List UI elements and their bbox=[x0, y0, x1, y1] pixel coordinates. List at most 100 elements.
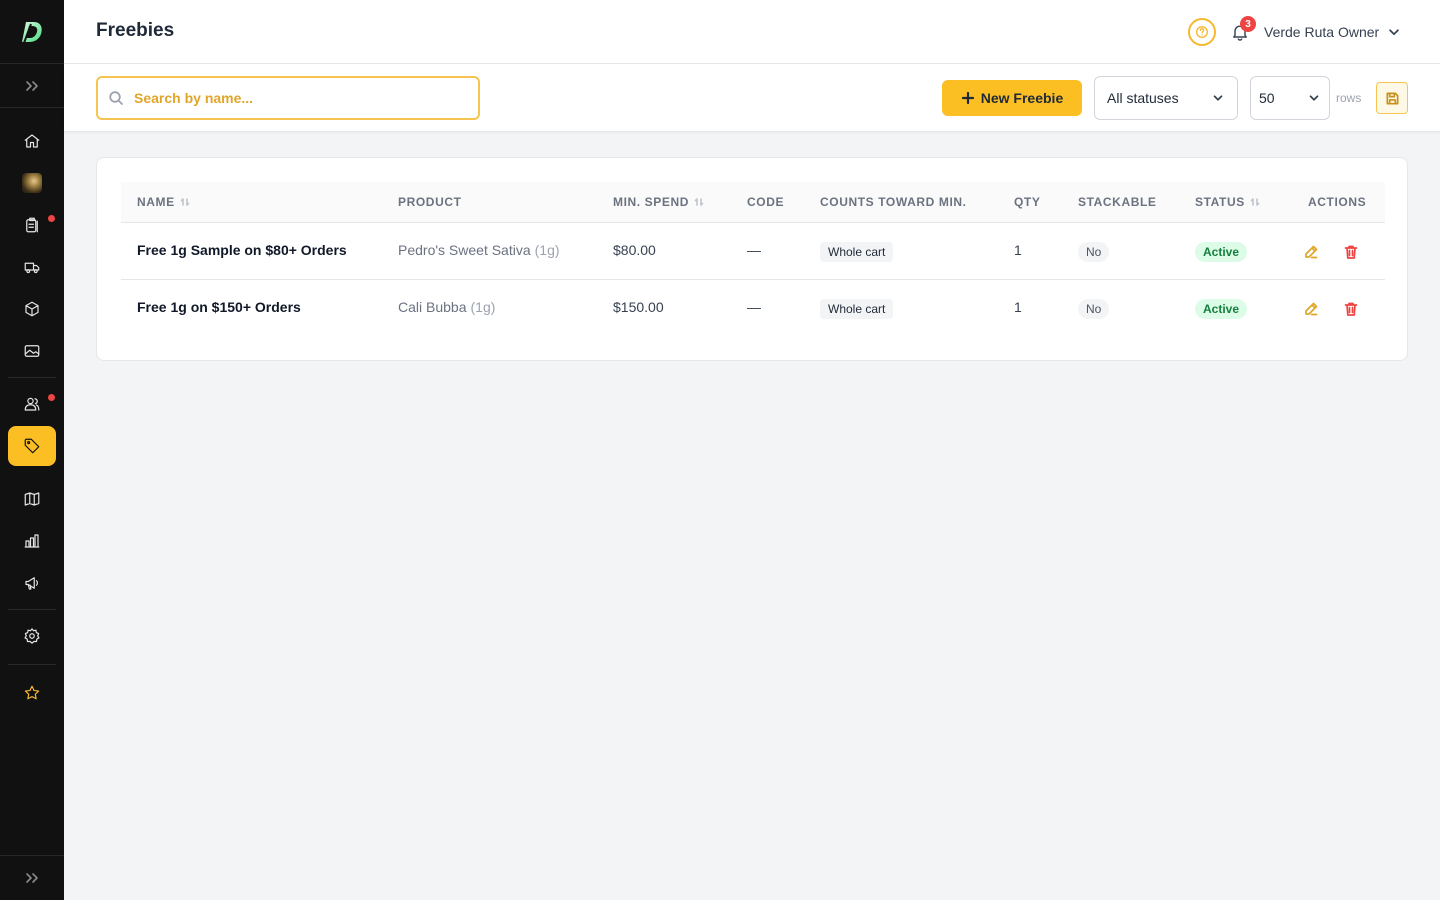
product-cell: Cali Bubba (1g) bbox=[398, 299, 495, 315]
freebies-card: NAME PRODUCT MIN. SPEND CODE COUNTS TOWA… bbox=[96, 157, 1408, 361]
logo-icon bbox=[22, 21, 42, 43]
search-icon bbox=[109, 91, 123, 105]
toolbar: New Freebie All statuses 50 rows bbox=[64, 64, 1440, 132]
edit-icon bbox=[1305, 302, 1318, 316]
sort-icon bbox=[180, 198, 190, 206]
star-icon bbox=[24, 685, 40, 700]
sort-icon bbox=[1250, 198, 1260, 206]
chevron-down-icon bbox=[1309, 95, 1319, 101]
new-freebie-label: New Freebie bbox=[980, 90, 1064, 106]
sidebar-item-customers[interactable] bbox=[8, 384, 56, 424]
search-box bbox=[96, 76, 480, 120]
sidebar-item-marketing[interactable] bbox=[8, 563, 56, 603]
freebie-name[interactable]: Free 1g Sample on $80+ Orders bbox=[137, 242, 347, 258]
sidebar-item-store[interactable] bbox=[8, 163, 56, 203]
clipboard-icon bbox=[26, 217, 38, 233]
sidebar-item-promotions[interactable] bbox=[8, 426, 56, 466]
notification-count-badge: 3 bbox=[1240, 16, 1256, 32]
sidebar-item-products[interactable] bbox=[8, 289, 56, 329]
counts-toward-badge: Whole cart bbox=[820, 242, 894, 262]
column-header-product: PRODUCT bbox=[398, 195, 462, 209]
status-badge: Active bbox=[1195, 242, 1248, 262]
quantity: 1 bbox=[1014, 299, 1022, 315]
sidebar-item-favorites[interactable] bbox=[8, 673, 56, 713]
freebies-table: NAME PRODUCT MIN. SPEND CODE COUNTS TOWA… bbox=[121, 182, 1385, 337]
notification-dot bbox=[48, 394, 55, 401]
notifications-button[interactable]: 3 bbox=[1228, 16, 1256, 44]
tag-icon bbox=[24, 438, 40, 454]
search-input[interactable] bbox=[134, 90, 454, 106]
product-name: Pedro's Sweet Sativa bbox=[398, 242, 531, 258]
product-name: Cali Bubba bbox=[398, 299, 467, 315]
help-icon bbox=[1196, 26, 1208, 38]
top-header: Freebies 3 Verde Ruta Owner bbox=[64, 0, 1440, 64]
sidebar-item-reports[interactable] bbox=[8, 521, 56, 561]
users-icon bbox=[24, 397, 40, 411]
edit-icon bbox=[1305, 245, 1318, 259]
code: — bbox=[747, 242, 761, 258]
user-name: Verde Ruta Owner bbox=[1264, 24, 1380, 40]
sidebar-item-delivery[interactable] bbox=[8, 247, 56, 287]
save-icon bbox=[1386, 92, 1398, 104]
product-size: (1g) bbox=[534, 242, 560, 258]
table-row[interactable]: Free 1g on $150+ Orders Cali Bubba (1g) $… bbox=[121, 280, 1385, 337]
sidebar-item-media[interactable] bbox=[8, 331, 56, 371]
column-header-stackable: STACKABLE bbox=[1078, 195, 1157, 209]
column-header-code: CODE bbox=[747, 195, 785, 209]
chevrons-right-icon bbox=[26, 80, 38, 91]
sidebar-divider bbox=[8, 377, 56, 378]
column-header-name[interactable]: NAME bbox=[137, 195, 190, 209]
sidebar-item-orders[interactable] bbox=[8, 205, 56, 245]
sidebar-item-home[interactable] bbox=[8, 121, 56, 161]
status-filter-value: All statuses bbox=[1107, 90, 1179, 106]
delete-button[interactable] bbox=[1341, 299, 1361, 319]
code: — bbox=[747, 299, 761, 315]
min-spend: $80.00 bbox=[613, 242, 656, 258]
column-header-status[interactable]: STATUS bbox=[1195, 195, 1260, 209]
column-header-min-spend[interactable]: MIN. SPEND bbox=[613, 195, 704, 209]
sidebar-collapse-button[interactable] bbox=[0, 855, 64, 900]
page-title: Freebies bbox=[96, 20, 175, 41]
help-button[interactable] bbox=[1188, 18, 1216, 46]
product-size: (1g) bbox=[470, 299, 496, 315]
quantity: 1 bbox=[1014, 242, 1022, 258]
trash-icon bbox=[1344, 245, 1358, 259]
sidebar-item-settings[interactable] bbox=[8, 616, 56, 656]
notification-dot bbox=[48, 215, 55, 222]
column-header-actions: ACTIONS bbox=[1308, 195, 1367, 209]
bar-chart-icon bbox=[24, 534, 40, 548]
status-filter-select[interactable]: All statuses bbox=[1094, 76, 1238, 120]
home-icon bbox=[24, 134, 40, 148]
chevron-down-icon bbox=[1389, 29, 1399, 36]
sidebar-item-map[interactable] bbox=[8, 479, 56, 519]
stackable-badge: No bbox=[1078, 242, 1110, 262]
min-spend: $150.00 bbox=[613, 299, 664, 315]
user-menu[interactable]: Verde Ruta Owner bbox=[1264, 22, 1401, 42]
gear-icon bbox=[24, 628, 40, 644]
plus-icon bbox=[961, 91, 974, 105]
column-header-counts-toward: COUNTS TOWARD MIN. bbox=[820, 195, 967, 209]
chevron-down-icon bbox=[1213, 95, 1223, 101]
store-avatar bbox=[22, 173, 42, 193]
status-badge: Active bbox=[1195, 299, 1248, 319]
sidebar-expand-button[interactable] bbox=[0, 64, 64, 108]
delete-button[interactable] bbox=[1341, 242, 1361, 262]
rows-per-page-select[interactable]: 50 bbox=[1250, 76, 1330, 120]
truck-icon bbox=[24, 262, 40, 274]
brand-logo[interactable] bbox=[0, 0, 64, 64]
new-freebie-button[interactable]: New Freebie bbox=[942, 80, 1082, 116]
save-view-button[interactable] bbox=[1376, 82, 1408, 114]
edit-button[interactable] bbox=[1301, 299, 1321, 319]
product-cell: Pedro's Sweet Sativa (1g) bbox=[398, 242, 560, 258]
sidebar-divider bbox=[8, 609, 56, 610]
image-icon bbox=[24, 345, 40, 357]
sidebar bbox=[0, 0, 64, 900]
freebie-name[interactable]: Free 1g on $150+ Orders bbox=[137, 299, 301, 315]
table-row[interactable]: Free 1g Sample on $80+ Orders Pedro's Sw… bbox=[121, 223, 1385, 280]
edit-button[interactable] bbox=[1301, 242, 1321, 262]
chevrons-right-icon bbox=[26, 873, 38, 883]
rows-per-page-value: 50 bbox=[1259, 90, 1275, 106]
trash-icon bbox=[1344, 302, 1358, 316]
counts-toward-badge: Whole cart bbox=[820, 299, 894, 319]
table-header: NAME PRODUCT MIN. SPEND CODE COUNTS TOWA… bbox=[121, 182, 1385, 223]
